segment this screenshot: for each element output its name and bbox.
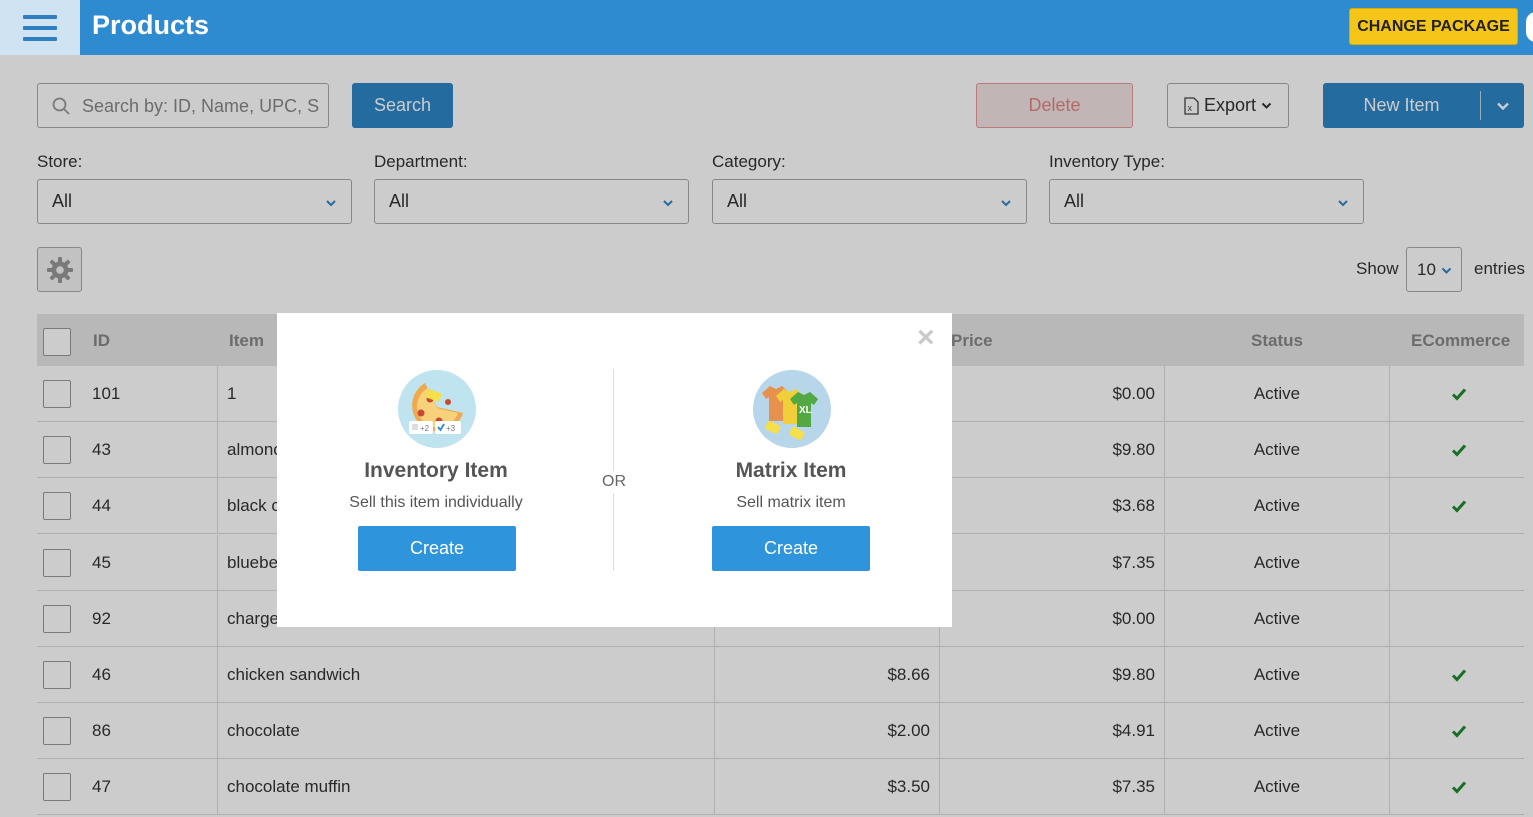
matrix-item-title: Matrix Item bbox=[735, 459, 847, 482]
create-matrix-item-button[interactable]: Create bbox=[712, 526, 870, 571]
pizza-icon: +2 +3 bbox=[398, 370, 476, 448]
options-divider bbox=[613, 369, 614, 571]
icon-badge-plus3: +3 bbox=[446, 424, 456, 433]
page-title: Products bbox=[92, 10, 210, 40]
or-label: OR bbox=[593, 471, 635, 493]
top-bar: Products CHANGE PACKAGE bbox=[0, 0, 1533, 55]
right-edge-control bbox=[1526, 12, 1533, 42]
inventory-item-title: Inventory Item bbox=[364, 459, 508, 482]
change-package-button[interactable]: CHANGE PACKAGE bbox=[1349, 8, 1518, 45]
matrix-clothing-icon: XL bbox=[753, 370, 831, 448]
matrix-item-description: Sell matrix item bbox=[736, 494, 846, 511]
create-inventory-item-button[interactable]: Create bbox=[358, 526, 516, 571]
matrix-item-option: XL Matrix Item Sell matrix item Create bbox=[641, 313, 941, 627]
icon-badge-xl: XL bbox=[799, 405, 812, 416]
hamburger-menu-icon[interactable] bbox=[0, 0, 80, 55]
icon-badge-plus2: +2 bbox=[420, 424, 430, 433]
inventory-item-description: Sell this item individually bbox=[349, 494, 523, 511]
new-item-type-modal: × +2 +3 Inventory Item Sell this item in… bbox=[277, 313, 952, 627]
inventory-item-option: +2 +3 Inventory Item Sell this item indi… bbox=[286, 313, 586, 627]
